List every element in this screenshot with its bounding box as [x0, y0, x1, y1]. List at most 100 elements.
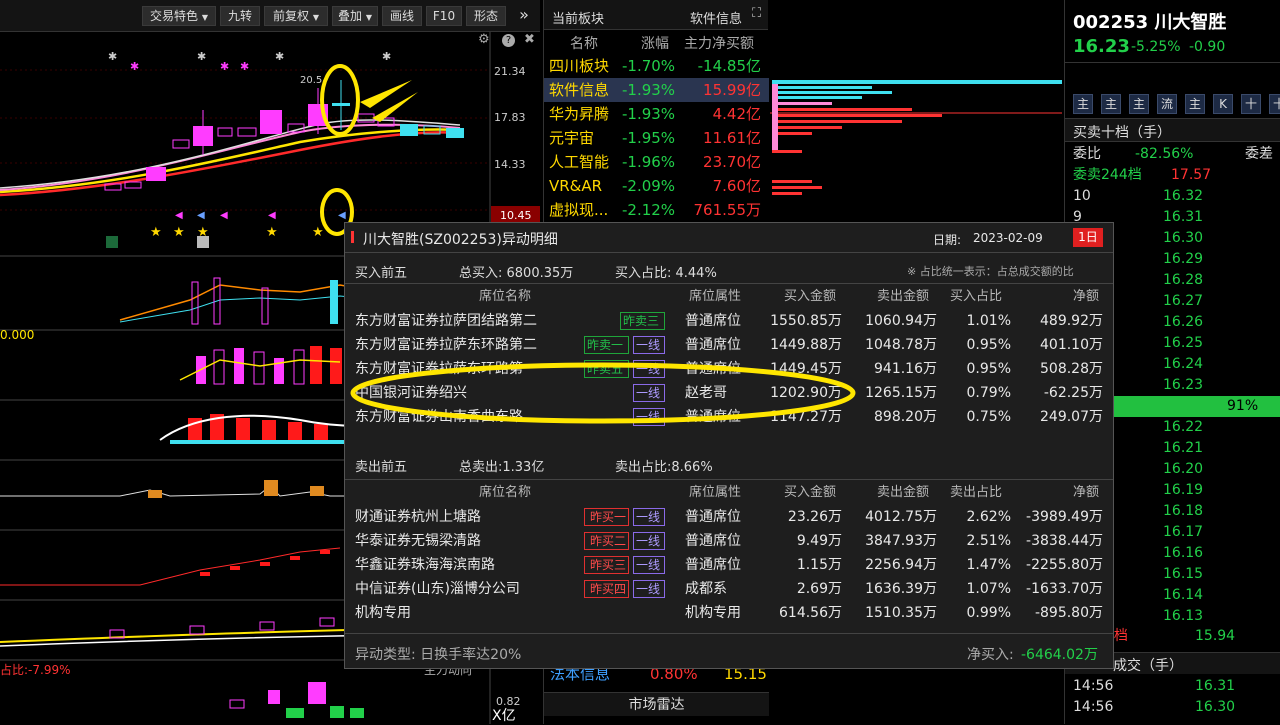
- buy-ratio: 买入占比: 4.44%: [615, 266, 717, 281]
- col-change: 涨幅: [641, 36, 669, 52]
- seat-row[interactable]: 财通证券杭州上塘路 普通席位 23.26万 4012.75万 2.62% -3989.49…: [345, 505, 1113, 529]
- level-price: 16.32: [1163, 188, 1204, 204]
- chart-controls: ⚙ ? ✖: [476, 32, 538, 50]
- seat-tag: 一线: [633, 580, 665, 598]
- seat-sell: 4012.75万: [865, 509, 937, 525]
- seat-sell: 1060.94万: [865, 313, 937, 329]
- chevron-down-icon: ▼: [312, 13, 319, 22]
- quick-button[interactable]: 主: [1129, 94, 1149, 114]
- help-icon[interactable]: ?: [502, 34, 515, 47]
- sector-row[interactable]: 元宇宙 -1.95% 11.61亿: [544, 126, 769, 150]
- seat-row[interactable]: 东方财富证券拉萨团结路第二 普通席位 1550.85万 1060.94万 1.01% 48…: [345, 309, 1113, 333]
- sector-row[interactable]: 虚拟现... -2.12% 761.55万: [544, 198, 769, 222]
- level-price: 16.21: [1163, 440, 1204, 456]
- col-sell: 卖出金额: [877, 485, 930, 500]
- price-tick-current: 10.45: [500, 209, 532, 222]
- seat-buy: 1449.88万: [770, 337, 842, 353]
- sector-name: 华为昇腾: [549, 105, 610, 123]
- svg-text:★: ★: [266, 225, 278, 240]
- seat-ratio: 1.01%: [966, 313, 1011, 329]
- svg-text:◀: ◀: [220, 210, 228, 221]
- seat-row[interactable]: 华鑫证券珠海海滨南路 普通席位 1.15万 2256.94万 1.47% -2255.80…: [345, 553, 1113, 577]
- level-price: 16.29: [1163, 251, 1204, 267]
- period-button[interactable]: 1日: [1073, 228, 1103, 247]
- ratio-bar-value: 91%: [1227, 398, 1259, 414]
- expand-icon[interactable]: ⛶: [752, 6, 761, 21]
- trades-title: 成交（手）: [1113, 658, 1183, 674]
- price-tick: 14.33: [494, 158, 526, 171]
- seat-row[interactable]: 华泰证券无锡梁清路 普通席位 9.49万 3847.93万 2.51% -3838.44万…: [345, 529, 1113, 553]
- seat-attr: 普通席位: [685, 533, 741, 549]
- quick-button[interactable]: K: [1213, 94, 1233, 114]
- sector-net: 4.42亿: [712, 105, 761, 123]
- adjust-dropdown[interactable]: 前复权 ▼: [264, 6, 328, 26]
- gear-icon[interactable]: ⚙: [478, 32, 490, 47]
- sector-row[interactable]: 软件信息 -1.93% 15.99亿: [544, 78, 769, 102]
- sector-row[interactable]: 华为昇腾 -1.93% 4.42亿: [544, 102, 769, 126]
- quick-button[interactable]: 主: [1101, 94, 1121, 114]
- svg-text:✱: ✱: [275, 50, 284, 63]
- sell-total-price: 17.57: [1171, 167, 1212, 183]
- seat-tag: 昨买四: [584, 580, 629, 598]
- f10-button[interactable]: F10: [426, 6, 462, 26]
- date-value[interactable]: 2023-02-09: [973, 231, 1043, 245]
- wei-bi-label: 委比: [1073, 146, 1101, 162]
- dialog-title: 川大智胜(SZ002253)异动明细: [363, 232, 558, 248]
- close-icon[interactable]: ✖: [524, 32, 535, 47]
- sector-name: 元宇宙: [549, 129, 595, 147]
- pattern-button[interactable]: 形态: [466, 6, 506, 26]
- stock-price: 16.23: [1073, 36, 1130, 57]
- trade-feature-dropdown[interactable]: 交易特色 ▼: [142, 6, 216, 26]
- nine-turn-button[interactable]: 九转: [220, 6, 260, 26]
- sector-name: 人工智能: [549, 153, 610, 171]
- seat-tag: 一线: [633, 336, 665, 354]
- level-price: 16.27: [1163, 293, 1204, 309]
- sector-net: -14.85亿: [697, 57, 761, 75]
- quick-button[interactable]: 流: [1157, 94, 1177, 114]
- seat-row[interactable]: 机构专用 机构专用 614.56万 1510.35万 0.99% -895.80万: [345, 601, 1113, 625]
- sell-ratio: 卖出占比:8.66%: [615, 460, 713, 475]
- more-icon[interactable]: »: [512, 6, 536, 26]
- seat-net: -3989.49万: [1026, 509, 1103, 525]
- seat-ratio: 2.62%: [966, 509, 1011, 525]
- sector-row[interactable]: 四川板块 -1.70% -14.85亿: [544, 54, 769, 78]
- chevron-down-icon: ▼: [365, 13, 372, 22]
- seat-tag: 一线: [633, 532, 665, 550]
- level-price: 16.15: [1163, 566, 1204, 582]
- trade-row: 14:56 16.30: [1065, 697, 1280, 718]
- ratio-note: ※ 占比统一表示：占总成交额的比: [907, 265, 1074, 278]
- sector-net: 7.60亿: [712, 177, 761, 195]
- sector-row[interactable]: 人工智能 -1.96% 23.70亿: [544, 150, 769, 174]
- sector-panel-subtitle[interactable]: 软件信息: [690, 8, 742, 27]
- orderbook-header: 买卖十档（手）: [1065, 118, 1280, 142]
- sector-net: 761.55万: [693, 201, 762, 219]
- quick-button[interactable]: 主: [1185, 94, 1205, 114]
- seat-row[interactable]: 东方财富证券拉萨东环路第二 普通席位 1449.88万 1048.78万 0.95% 40…: [345, 333, 1113, 357]
- level-price: 16.13: [1163, 608, 1204, 624]
- quick-button[interactable]: 十: [1241, 94, 1261, 114]
- svg-text:✱: ✱: [382, 50, 391, 63]
- sell-level-row[interactable]: 10 16.32: [1065, 186, 1280, 207]
- dialog-footer: 异动类型: 日换手率达20% 净买入: -6464.02万: [345, 641, 1113, 665]
- seat-buy: 2.69万: [796, 581, 842, 597]
- svg-text:◀: ◀: [338, 210, 346, 221]
- seat-ratio: 1.07%: [966, 581, 1011, 597]
- stock-name: 川大智胜: [1154, 12, 1227, 33]
- market-radar-header[interactable]: 市场雷达: [544, 692, 769, 716]
- quick-button[interactable]: 十: [1269, 94, 1280, 114]
- sector-panel-title: 当前板块: [552, 12, 605, 27]
- overlay-dropdown[interactable]: 叠加 ▼: [332, 6, 378, 26]
- seat-net: -3838.44万: [1026, 533, 1103, 549]
- seat-attr: 普通席位: [685, 557, 741, 573]
- seat-attr: 机构专用: [685, 605, 741, 621]
- quick-button[interactable]: 主: [1073, 94, 1093, 114]
- seat-row[interactable]: 中信证券(山东)淄博分公司 成都系 2.69万 1636.39万 1.07% -1633.…: [345, 577, 1113, 601]
- svg-text:✱: ✱: [108, 50, 117, 63]
- seat-net: -895.80万: [1034, 605, 1103, 621]
- col-buy: 买入金额: [784, 289, 837, 304]
- draw-line-button[interactable]: 画线: [382, 6, 422, 26]
- sector-row[interactable]: VR&AR -2.09% 7.60亿: [544, 174, 769, 198]
- seat-sell: 1048.78万: [865, 337, 937, 353]
- wei-bi-row: 委比 -82.56% 委差: [1065, 144, 1280, 165]
- indicator-ratio: 占比:-7.99%: [0, 663, 71, 677]
